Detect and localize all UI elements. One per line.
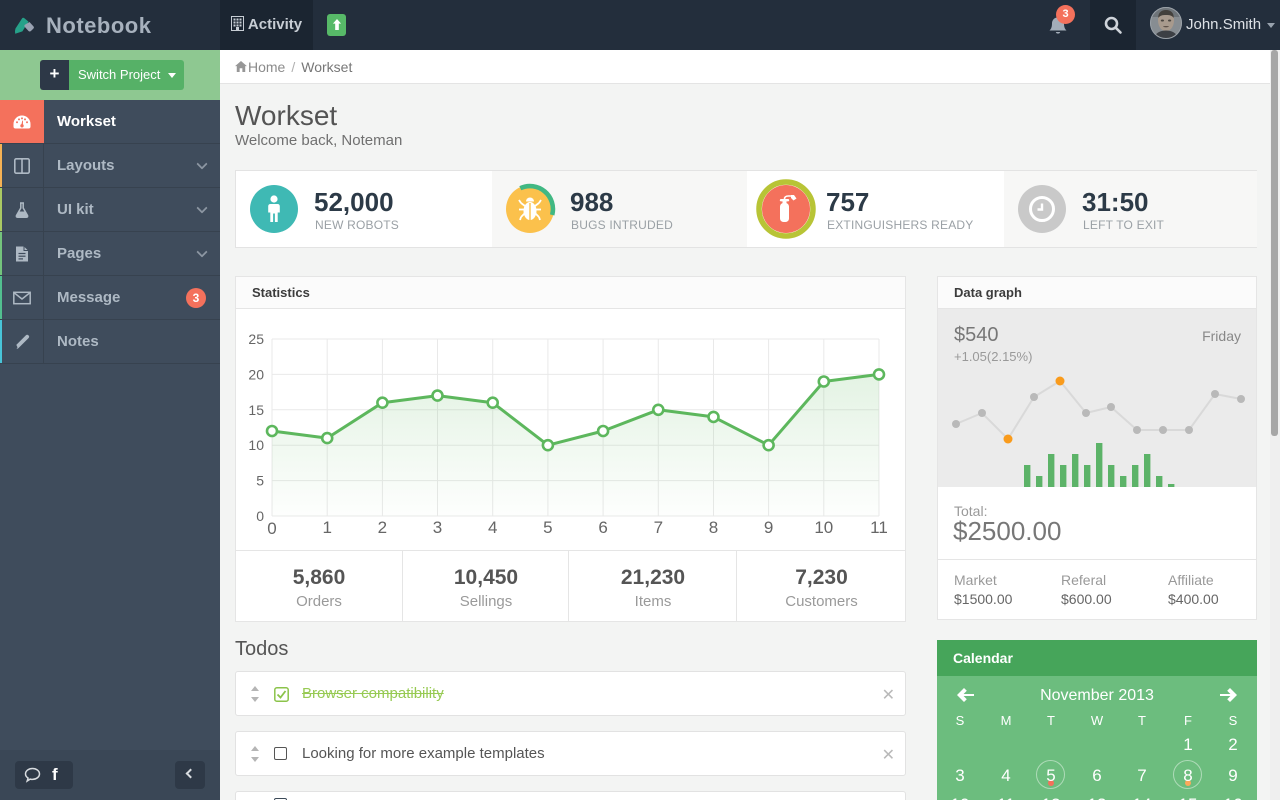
svg-text:4: 4 (488, 518, 497, 537)
svg-text:3: 3 (433, 518, 442, 537)
svg-text:1: 1 (322, 518, 331, 537)
svg-text:15: 15 (248, 402, 264, 418)
svg-text:8: 8 (709, 518, 718, 537)
svg-text:2: 2 (378, 518, 387, 537)
svg-text:25: 25 (248, 331, 264, 347)
svg-text:10: 10 (814, 518, 833, 537)
svg-text:0: 0 (267, 519, 276, 538)
svg-text:5: 5 (543, 518, 552, 537)
svg-text:6: 6 (598, 518, 607, 537)
svg-text:7: 7 (654, 518, 663, 537)
svg-text:0: 0 (256, 508, 264, 524)
svg-text:10: 10 (248, 437, 264, 453)
svg-text:11: 11 (870, 518, 888, 537)
svg-text:5: 5 (256, 473, 264, 489)
svg-text:9: 9 (764, 518, 773, 537)
svg-text:20: 20 (248, 366, 264, 382)
